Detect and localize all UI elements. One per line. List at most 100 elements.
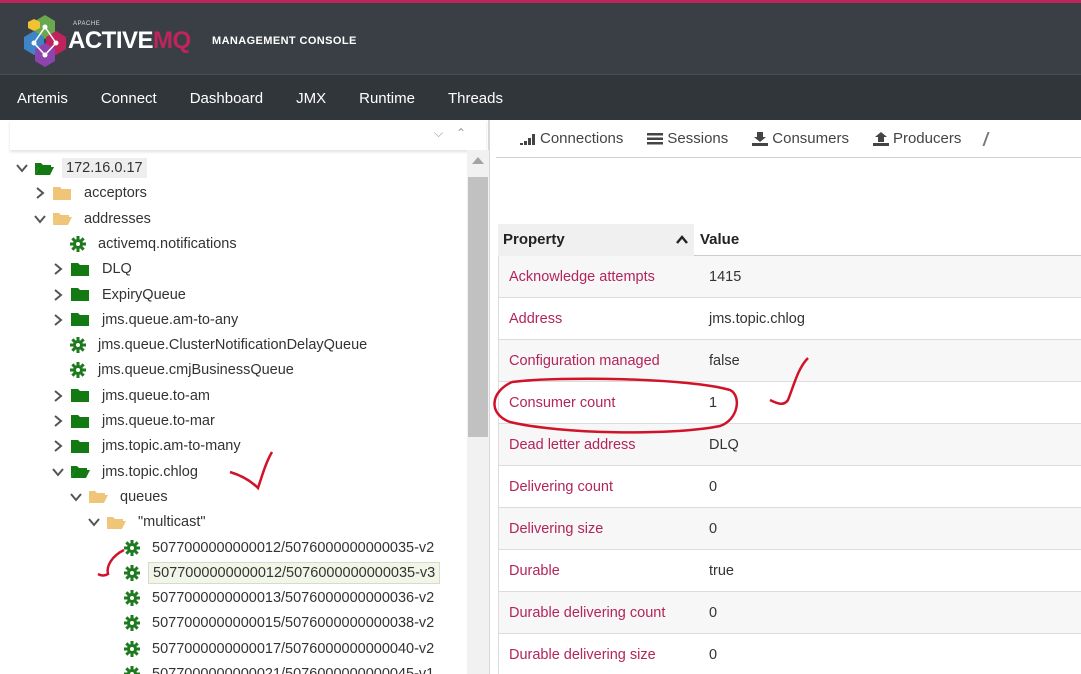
tab-producers[interactable]: Producers	[872, 130, 961, 147]
tree-node[interactable]: jms.queue.to-am	[50, 384, 214, 408]
gear-icon	[70, 337, 86, 354]
chevron-down-icon[interactable]	[14, 163, 30, 173]
chevron-down-icon[interactable]	[32, 214, 48, 224]
tree-node[interactable]: activemq.notifications	[50, 232, 241, 256]
tab-overflow-icon[interactable]	[982, 131, 994, 146]
scroll-up-arrow-icon[interactable]	[472, 157, 484, 164]
tree-node-label[interactable]: activemq.notifications	[94, 234, 241, 254]
table-row[interactable]: Delivering count 0	[498, 466, 1081, 508]
table-row[interactable]: Delivering size 0	[498, 508, 1081, 550]
tree-node[interactable]: jms.queue.ClusterNotificationDelayQueue	[50, 333, 371, 357]
value-column-header[interactable]: Value	[694, 231, 739, 248]
list-icon	[647, 132, 664, 145]
chevron-down-icon[interactable]	[86, 517, 102, 527]
property-key[interactable]: Acknowledge attempts	[499, 269, 699, 285]
table-row[interactable]: Consumer count 1	[498, 382, 1081, 424]
tree-node-label[interactable]: addresses	[80, 209, 155, 229]
property-value: jms.topic.chlog	[709, 310, 805, 327]
tree-node[interactable]: 5077000000000012/5076000000000035-v2	[104, 536, 438, 560]
tree-node[interactable]: acceptors	[32, 181, 151, 205]
tree-node-label[interactable]: jms.queue.cmjBusinessQueue	[94, 360, 298, 380]
tab-connections[interactable]: Connections	[520, 130, 623, 147]
tree-node-label[interactable]: ExpiryQueue	[98, 285, 190, 305]
tree-node[interactable]: addresses	[32, 207, 155, 231]
tree-node[interactable]: queues	[68, 485, 172, 509]
property-key[interactable]: Durable delivering count	[499, 605, 699, 621]
chevron-right-icon[interactable]	[50, 288, 66, 301]
tab-sessions[interactable]: Sessions	[647, 130, 728, 147]
tree-filter-bar[interactable]: ⌵ ⌃	[10, 120, 486, 150]
tree-node[interactable]: 5077000000000017/5076000000000040-v2	[104, 637, 438, 661]
chevron-right-icon[interactable]	[32, 187, 48, 200]
tree-node-label[interactable]: DLQ	[98, 259, 136, 279]
nav-item-jmx[interactable]: JMX	[296, 90, 326, 107]
tree-node-label[interactable]: 172.16.0.17	[62, 158, 147, 178]
attributes-table: Property Value Acknowledge attempts 1415 A…	[498, 223, 1081, 674]
chevron-right-icon[interactable]	[50, 263, 66, 275]
tree-node-label[interactable]: 5077000000000017/5076000000000040-v2	[148, 639, 438, 659]
tree-node[interactable]: jms.topic.chlog	[50, 460, 202, 484]
chevron-right-icon[interactable]	[50, 314, 66, 326]
table-row[interactable]: Dead letter address DLQ	[498, 424, 1081, 466]
tree-node-label[interactable]: acceptors	[80, 183, 151, 203]
tree-node[interactable]: 5077000000000021/5076000000000045-v1	[104, 662, 438, 674]
tree-node-label[interactable]: jms.topic.am-to-many	[98, 436, 245, 456]
property-key[interactable]: Address	[499, 311, 699, 327]
tree-node-label[interactable]: 5077000000000015/5076000000000038-v2	[148, 613, 438, 633]
property-key[interactable]: Durable	[499, 563, 699, 579]
tree-node-label[interactable]: jms.queue.to-am	[98, 386, 214, 406]
chevron-down-icon[interactable]: ⌵	[434, 126, 443, 141]
chevron-down-icon[interactable]	[68, 492, 84, 502]
tree-node-label[interactable]: queues	[116, 487, 172, 507]
property-key[interactable]: Dead letter address	[499, 437, 699, 453]
property-key[interactable]: Delivering size	[499, 521, 699, 537]
tree-node[interactable]: 172.16.0.17	[14, 156, 147, 180]
tab-consumers[interactable]: Consumers	[752, 130, 849, 147]
nav-item-threads[interactable]: Threads	[448, 90, 503, 107]
property-column-header[interactable]: Property	[498, 223, 694, 256]
nav-item-artemis[interactable]: Artemis	[17, 90, 68, 107]
tree-node-label[interactable]: 5077000000000012/5076000000000035-v3	[148, 561, 441, 584]
tree-node-label[interactable]: jms.queue.to-mar	[98, 411, 219, 431]
tree-node[interactable]: "multicast"	[86, 510, 210, 534]
property-key[interactable]: Durable delivering size	[499, 647, 699, 663]
sort-asc-icon[interactable]	[676, 235, 688, 244]
tree-node-label[interactable]: jms.queue.ClusterNotificationDelayQueue	[94, 335, 371, 355]
tree-node[interactable]: jms.topic.am-to-many	[50, 434, 245, 458]
tree-node[interactable]: 5077000000000015/5076000000000038-v2	[104, 611, 438, 635]
tree-node[interactable]: DLQ	[50, 257, 136, 281]
download-icon	[752, 131, 769, 146]
chevron-right-icon[interactable]	[50, 415, 66, 427]
tree-node-label[interactable]: 5077000000000021/5076000000000045-v1	[148, 664, 438, 674]
chevron-down-icon[interactable]	[50, 467, 66, 477]
chevron-up-icon[interactable]: ⌃	[456, 126, 466, 140]
nav-item-connect[interactable]: Connect	[101, 90, 157, 107]
tree-node-label[interactable]: jms.topic.chlog	[98, 462, 202, 482]
scroll-thumb[interactable]	[468, 177, 488, 437]
tree-node[interactable]: jms.queue.cmjBusinessQueue	[50, 358, 298, 382]
chevron-right-icon[interactable]	[50, 389, 66, 402]
nav-item-dashboard[interactable]: Dashboard	[190, 90, 263, 107]
table-row[interactable]: Address jms.topic.chlog	[498, 298, 1081, 340]
chevron-right-icon[interactable]	[50, 440, 66, 453]
tree-node-label[interactable]: "multicast"	[134, 512, 210, 532]
tree-node-label[interactable]: 5077000000000012/5076000000000035-v2	[148, 538, 438, 558]
table-row[interactable]: Acknowledge attempts 1415	[498, 256, 1081, 298]
property-key[interactable]: Delivering count	[499, 479, 699, 495]
table-row[interactable]: Configuration managed false	[498, 340, 1081, 382]
tree-scrollbar[interactable]	[467, 150, 489, 674]
tree-node-label[interactable]: jms.queue.am-to-any	[98, 310, 242, 330]
tree-node[interactable]: 5077000000000013/5076000000000036-v2	[104, 586, 438, 610]
tree-node[interactable]: jms.queue.am-to-any	[50, 308, 242, 332]
tree-node[interactable]: 5077000000000012/5076000000000035-v3	[104, 561, 441, 585]
property-key[interactable]: Configuration managed	[499, 353, 699, 369]
table-row[interactable]: Durable true	[498, 550, 1081, 592]
nav-item-runtime[interactable]: Runtime	[359, 90, 415, 107]
table-row[interactable]: Durable delivering count 0	[498, 592, 1081, 634]
table-row[interactable]: Durable delivering size 0	[498, 634, 1081, 674]
property-key[interactable]: Consumer count	[499, 395, 699, 411]
tree-node[interactable]: ExpiryQueue	[50, 283, 190, 307]
tree-node[interactable]: jms.queue.to-mar	[50, 409, 219, 433]
upload-icon	[872, 131, 889, 146]
tree-node-label[interactable]: 5077000000000013/5076000000000036-v2	[148, 588, 438, 608]
